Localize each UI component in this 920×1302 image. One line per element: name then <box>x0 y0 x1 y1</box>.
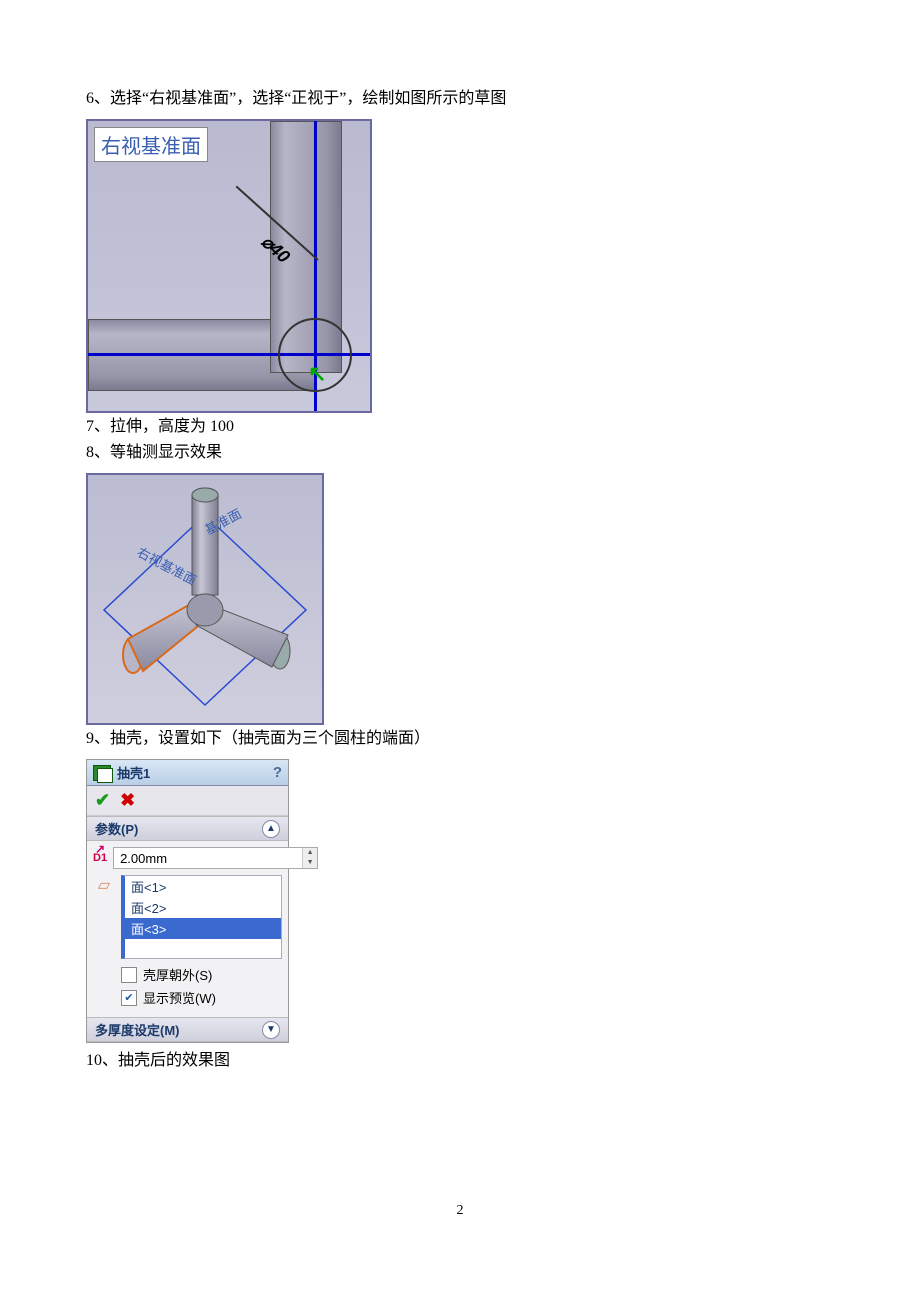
ok-button[interactable]: ✔ <box>95 790 110 811</box>
step-6-text: 6、选择“右视基准面”，选择“正视于”，绘制如图所示的草图 <box>86 87 834 111</box>
show-preview-row[interactable]: ✔ 显示预览(W) <box>121 988 282 1007</box>
thickness-spin-down[interactable]: ▼ <box>303 858 317 868</box>
face-item-1[interactable]: 面<1> <box>125 876 281 897</box>
params-section-header[interactable]: 参数(P) ▲ <box>87 816 288 841</box>
cancel-button[interactable]: ✖ <box>120 790 135 811</box>
figure-1-sketch: ↖ ⌀40 右视基准面 <box>86 119 372 413</box>
thickness-spinner[interactable]: ▲ ▼ <box>113 847 318 869</box>
figure-2-isometric: 右视基准面 基准面 <box>86 473 324 725</box>
panel-title-text: 抽壳1 <box>117 763 150 782</box>
show-preview-checkbox[interactable]: ✔ <box>121 990 137 1006</box>
shell-feature-icon <box>93 765 111 781</box>
step-8-text: 8、等轴测显示效果 <box>86 441 834 465</box>
thickness-d1-icon: D1 <box>93 852 107 864</box>
panel-titlebar: 抽壳1 ? <box>87 760 288 786</box>
page-number: 2 <box>86 1203 834 1219</box>
origin-marker: ↖ <box>308 361 326 387</box>
shell-outward-checkbox[interactable] <box>121 967 137 983</box>
shell-property-panel: 抽壳1 ? ✔ ✖ 参数(P) ▲ D1 ▲ ▼ <box>86 759 289 1043</box>
shell-outward-label: 壳厚朝外(S) <box>143 965 212 984</box>
multi-thickness-label: 多厚度设定(M) <box>95 1020 180 1039</box>
faces-to-remove-icon: ▱ <box>93 875 115 895</box>
multi-thickness-section-header[interactable]: 多厚度设定(M) ▼ <box>87 1017 288 1042</box>
params-section-label: 参数(P) <box>95 819 138 838</box>
face-item-2[interactable]: 面<2> <box>125 897 281 918</box>
faces-list[interactable]: 面<1> 面<2> 面<3> <box>121 875 282 959</box>
step-9-text: 9、抽壳，设置如下（抽壳面为三个圆柱的端面） <box>86 727 834 751</box>
show-preview-label: 显示预览(W) <box>143 988 216 1007</box>
plane-label: 右视基准面 <box>94 127 208 162</box>
face-item-3[interactable]: 面<3> <box>125 918 281 939</box>
collapse-down-icon[interactable]: ▼ <box>262 1021 280 1039</box>
step-7-text: 7、拉伸，高度为 100 <box>86 415 834 439</box>
thickness-spin-up[interactable]: ▲ <box>303 848 317 858</box>
shell-outward-row[interactable]: 壳厚朝外(S) <box>121 965 282 984</box>
collapse-up-icon[interactable]: ▲ <box>262 820 280 838</box>
confirm-cancel-row: ✔ ✖ <box>87 786 288 816</box>
help-icon[interactable]: ? <box>273 764 282 781</box>
step-10-text: 10、抽壳后的效果图 <box>86 1049 834 1073</box>
thickness-input[interactable] <box>114 848 302 868</box>
